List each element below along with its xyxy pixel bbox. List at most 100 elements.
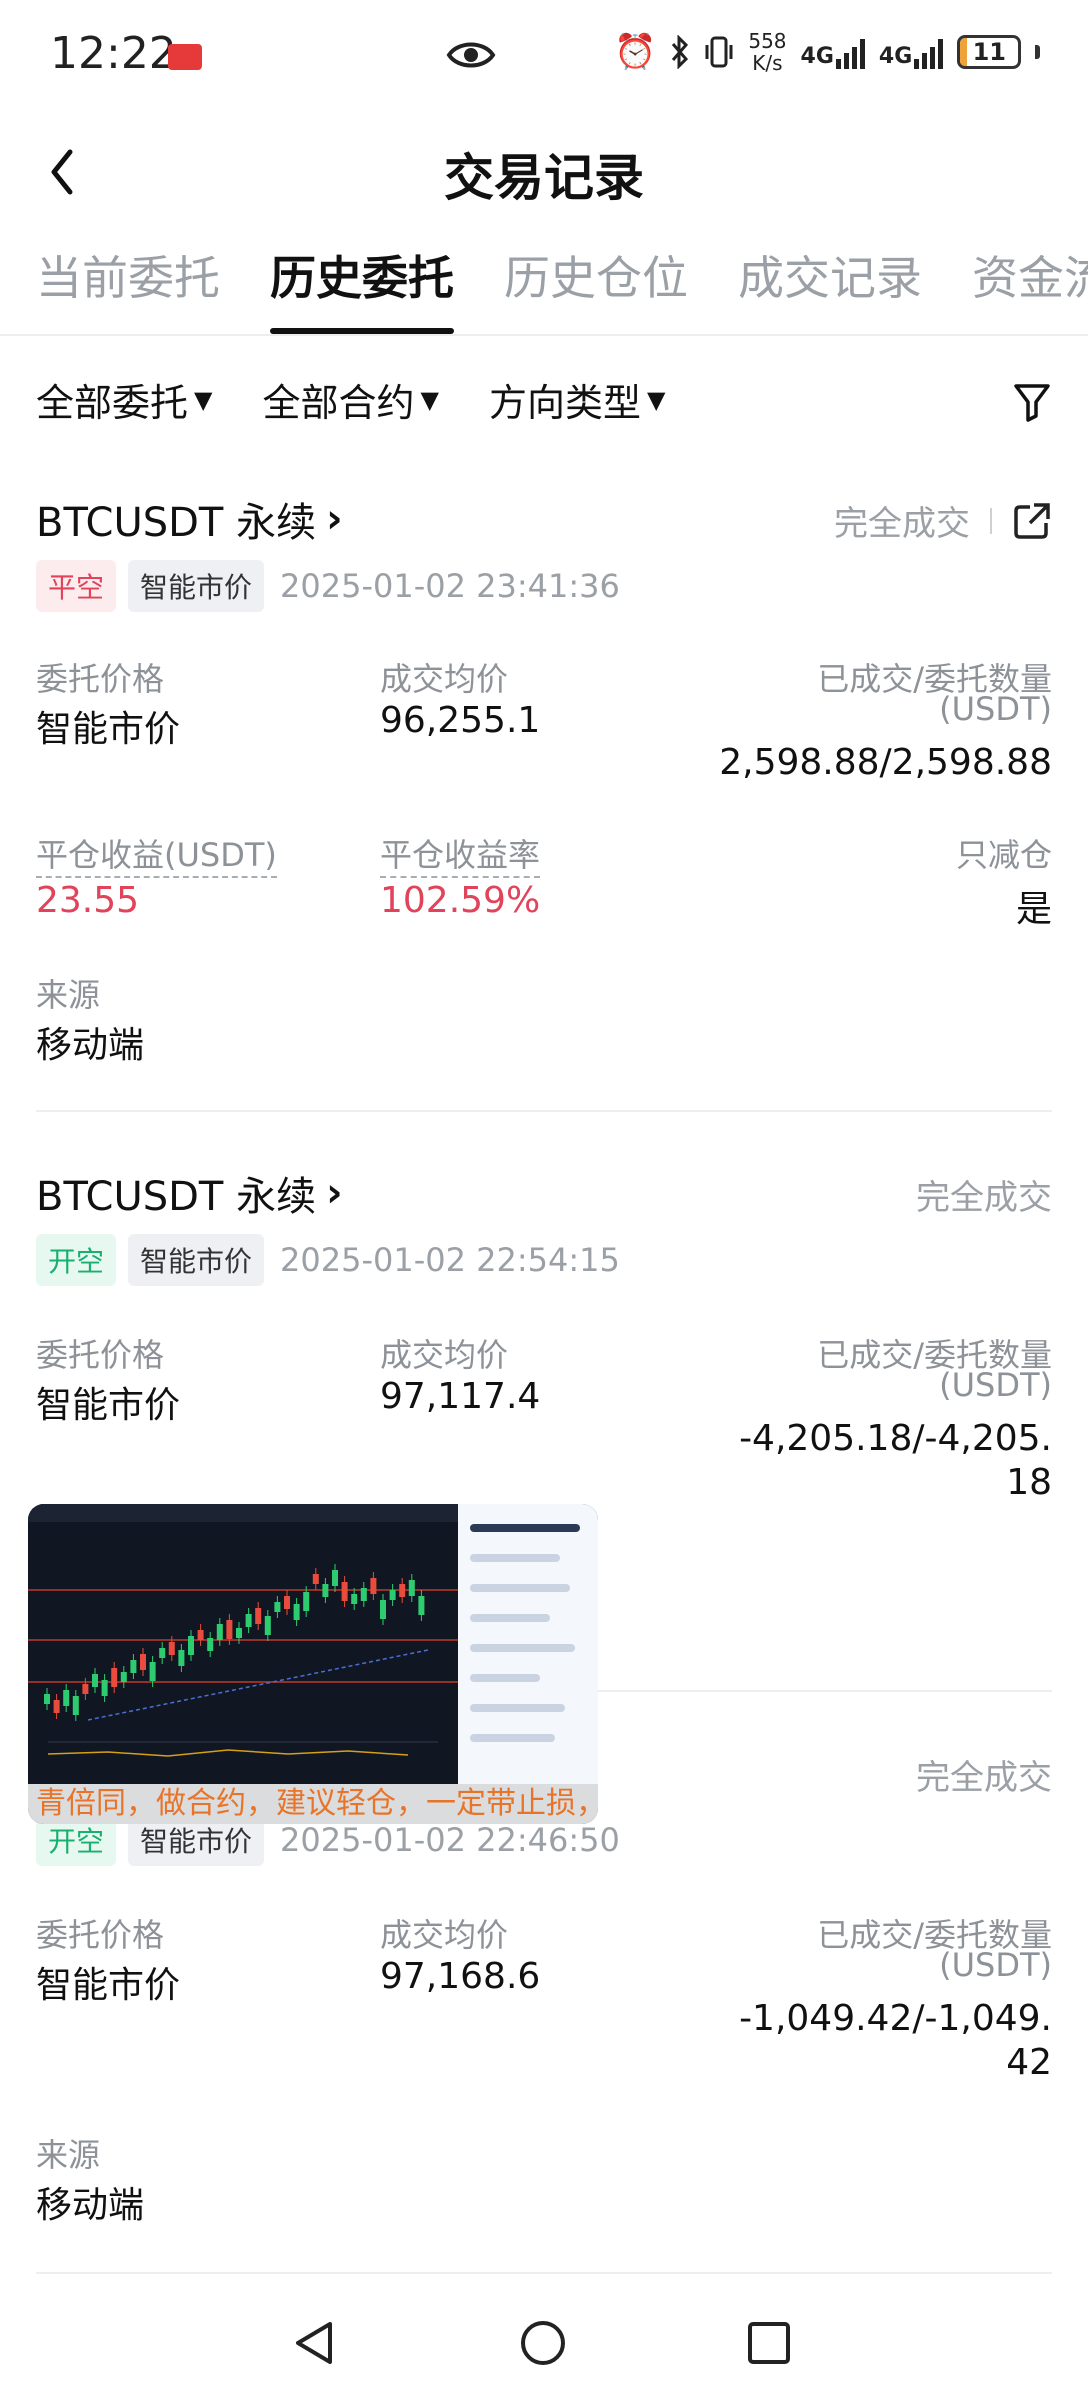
net-type-1: 4G	[800, 44, 834, 69]
signal-bars-icon	[914, 35, 944, 69]
system-nav-bar	[0, 2290, 1088, 2400]
candle-body	[72, 1696, 79, 1715]
avg-price-label: 成交均价	[380, 1336, 509, 1374]
side-tag: 开空	[36, 1234, 117, 1286]
nav-home-icon[interactable]	[518, 2318, 568, 2368]
status-time: 12:22	[50, 28, 177, 79]
qty-unit: (USDT)	[939, 1366, 1052, 1404]
tab-fund-flow[interactable]: 资金流	[972, 246, 1088, 334]
candle-body	[399, 1584, 406, 1597]
order-time: 2025-01-02 22:54:15	[280, 1241, 620, 1279]
chevron-right-icon: ›	[326, 496, 343, 542]
candle-body	[120, 1672, 127, 1682]
source-label: 来源	[36, 976, 101, 1014]
candle-body	[322, 1584, 329, 1597]
candle-body	[284, 1596, 290, 1609]
price-value: 智能市价	[36, 709, 181, 750]
chevron-right-icon: ›	[326, 1170, 343, 1216]
status-icons: ⏰ 558 K/s 4G 4G 11	[614, 30, 1041, 74]
battery-tip	[1035, 45, 1041, 59]
pnl-rate-label[interactable]: 平仓收益率	[380, 836, 541, 878]
candle-body	[207, 1638, 214, 1651]
video-side-panel	[458, 1504, 598, 1784]
filter-icon[interactable]	[1012, 380, 1052, 424]
pnl-rate-value: 102.59%	[380, 880, 541, 921]
pnl-label[interactable]: 平仓收益(USDT)	[36, 836, 277, 878]
candle-body	[63, 1690, 70, 1706]
price-label: 委托价格	[36, 660, 165, 698]
qty-value: 2,598.88/2,598.88	[719, 742, 1052, 783]
candle-body	[255, 1608, 262, 1624]
candle-body	[159, 1648, 166, 1658]
avg-price-label: 成交均价	[380, 1916, 509, 1954]
order-time: 2025-01-02 22:46:50	[280, 1821, 620, 1859]
pnl-value: 23.55	[36, 880, 140, 921]
candle-body	[274, 1602, 281, 1612]
tabs-divider	[0, 334, 1088, 336]
signal-2: 4G	[879, 35, 944, 69]
candle-body	[380, 1600, 386, 1619]
candle-body	[360, 1588, 367, 1601]
qty-unit: (USDT)	[939, 690, 1052, 728]
status-bar: 12:22 ⏰ 558 K/s 4G 4G 11	[0, 0, 1088, 112]
caret-down-icon: ▼	[194, 385, 213, 414]
symbol-link[interactable]: BTCUSDT 永续 ›	[36, 1164, 343, 1222]
candle-body	[92, 1674, 98, 1687]
qty-unit: (USDT)	[939, 1946, 1052, 1984]
candle-body	[149, 1662, 156, 1681]
filter-order-type[interactable]: 全部委托 ▼	[36, 372, 212, 427]
floating-video-window[interactable]: 青倍同，做合约，建议轻仓，一定带止损，不扛单	[28, 1504, 598, 1824]
symbol-name: BTCUSDT 永续	[36, 1174, 317, 1220]
nav-back-icon[interactable]	[290, 2318, 340, 2368]
source-value: 移动端	[36, 2185, 145, 2226]
price-label: 委托价格	[36, 1916, 165, 1954]
filter-label: 全部委托	[36, 381, 189, 425]
candle-body	[264, 1616, 271, 1635]
filter-label: 全部合约	[262, 381, 415, 425]
filter-contract[interactable]: 全部合约 ▼	[262, 372, 438, 427]
network-speed: 558 K/s	[748, 30, 786, 74]
tab-current-orders[interactable]: 当前委托	[36, 246, 220, 334]
tab-trade-history[interactable]: 成交记录	[738, 246, 922, 334]
vibrate-icon	[705, 36, 733, 68]
battery-icon: 11	[957, 35, 1022, 69]
tab-position-history[interactable]: 历史仓位	[504, 246, 688, 334]
page-title: 交易记录	[444, 149, 644, 207]
battery-level: 11	[972, 38, 1006, 66]
share-icon[interactable]	[1012, 501, 1052, 541]
candle-body	[130, 1660, 137, 1673]
tab-order-history[interactable]: 历史委托	[270, 246, 454, 334]
video-chart-thumbnail	[28, 1504, 458, 1784]
candle-body	[245, 1614, 252, 1627]
candle-body	[178, 1650, 185, 1666]
candle-body	[418, 1596, 425, 1615]
candle-body	[53, 1700, 60, 1713]
candle-body	[389, 1590, 396, 1600]
source-value: 移动端	[36, 1025, 145, 1066]
qty-value-line2: 42	[1006, 2042, 1052, 2083]
candle-body	[370, 1578, 377, 1594]
reduce-only-value: 是	[1015, 889, 1052, 930]
order-time: 2025-01-02 23:41:36	[280, 567, 620, 605]
filter-bar: 全部委托 ▼ 全部合约 ▼ 方向类型 ▼	[36, 372, 665, 427]
filter-direction[interactable]: 方向类型 ▼	[489, 372, 665, 427]
signal-bars-icon	[835, 35, 865, 69]
candle-body	[168, 1642, 175, 1655]
candle-body	[140, 1654, 146, 1670]
caret-down-icon: ▼	[420, 385, 439, 414]
avg-price-label: 成交均价	[380, 660, 509, 698]
eye-icon	[446, 42, 496, 68]
symbol-link[interactable]: BTCUSDT 永续 ›	[36, 490, 343, 548]
candle-body	[226, 1620, 233, 1639]
signal-1: 4G	[801, 35, 865, 69]
candle-body	[188, 1636, 194, 1655]
speed-value: 558	[748, 29, 787, 53]
caret-down-icon: ▼	[646, 385, 666, 414]
qty-value-line1: -1,049.42/-1,049.	[739, 1998, 1052, 2039]
filter-label: 方向类型	[488, 381, 641, 425]
order-card[interactable]: BTCUSDT 永续 › 完全成交 平空 智能市价 2025-01-02 23:4…	[36, 490, 1052, 1070]
nav-recents-icon[interactable]	[744, 2318, 794, 2368]
avg-price-value: 97,168.6	[380, 1956, 541, 1997]
reduce-only-label: 只减仓	[955, 836, 1052, 874]
candle-body	[293, 1604, 300, 1620]
